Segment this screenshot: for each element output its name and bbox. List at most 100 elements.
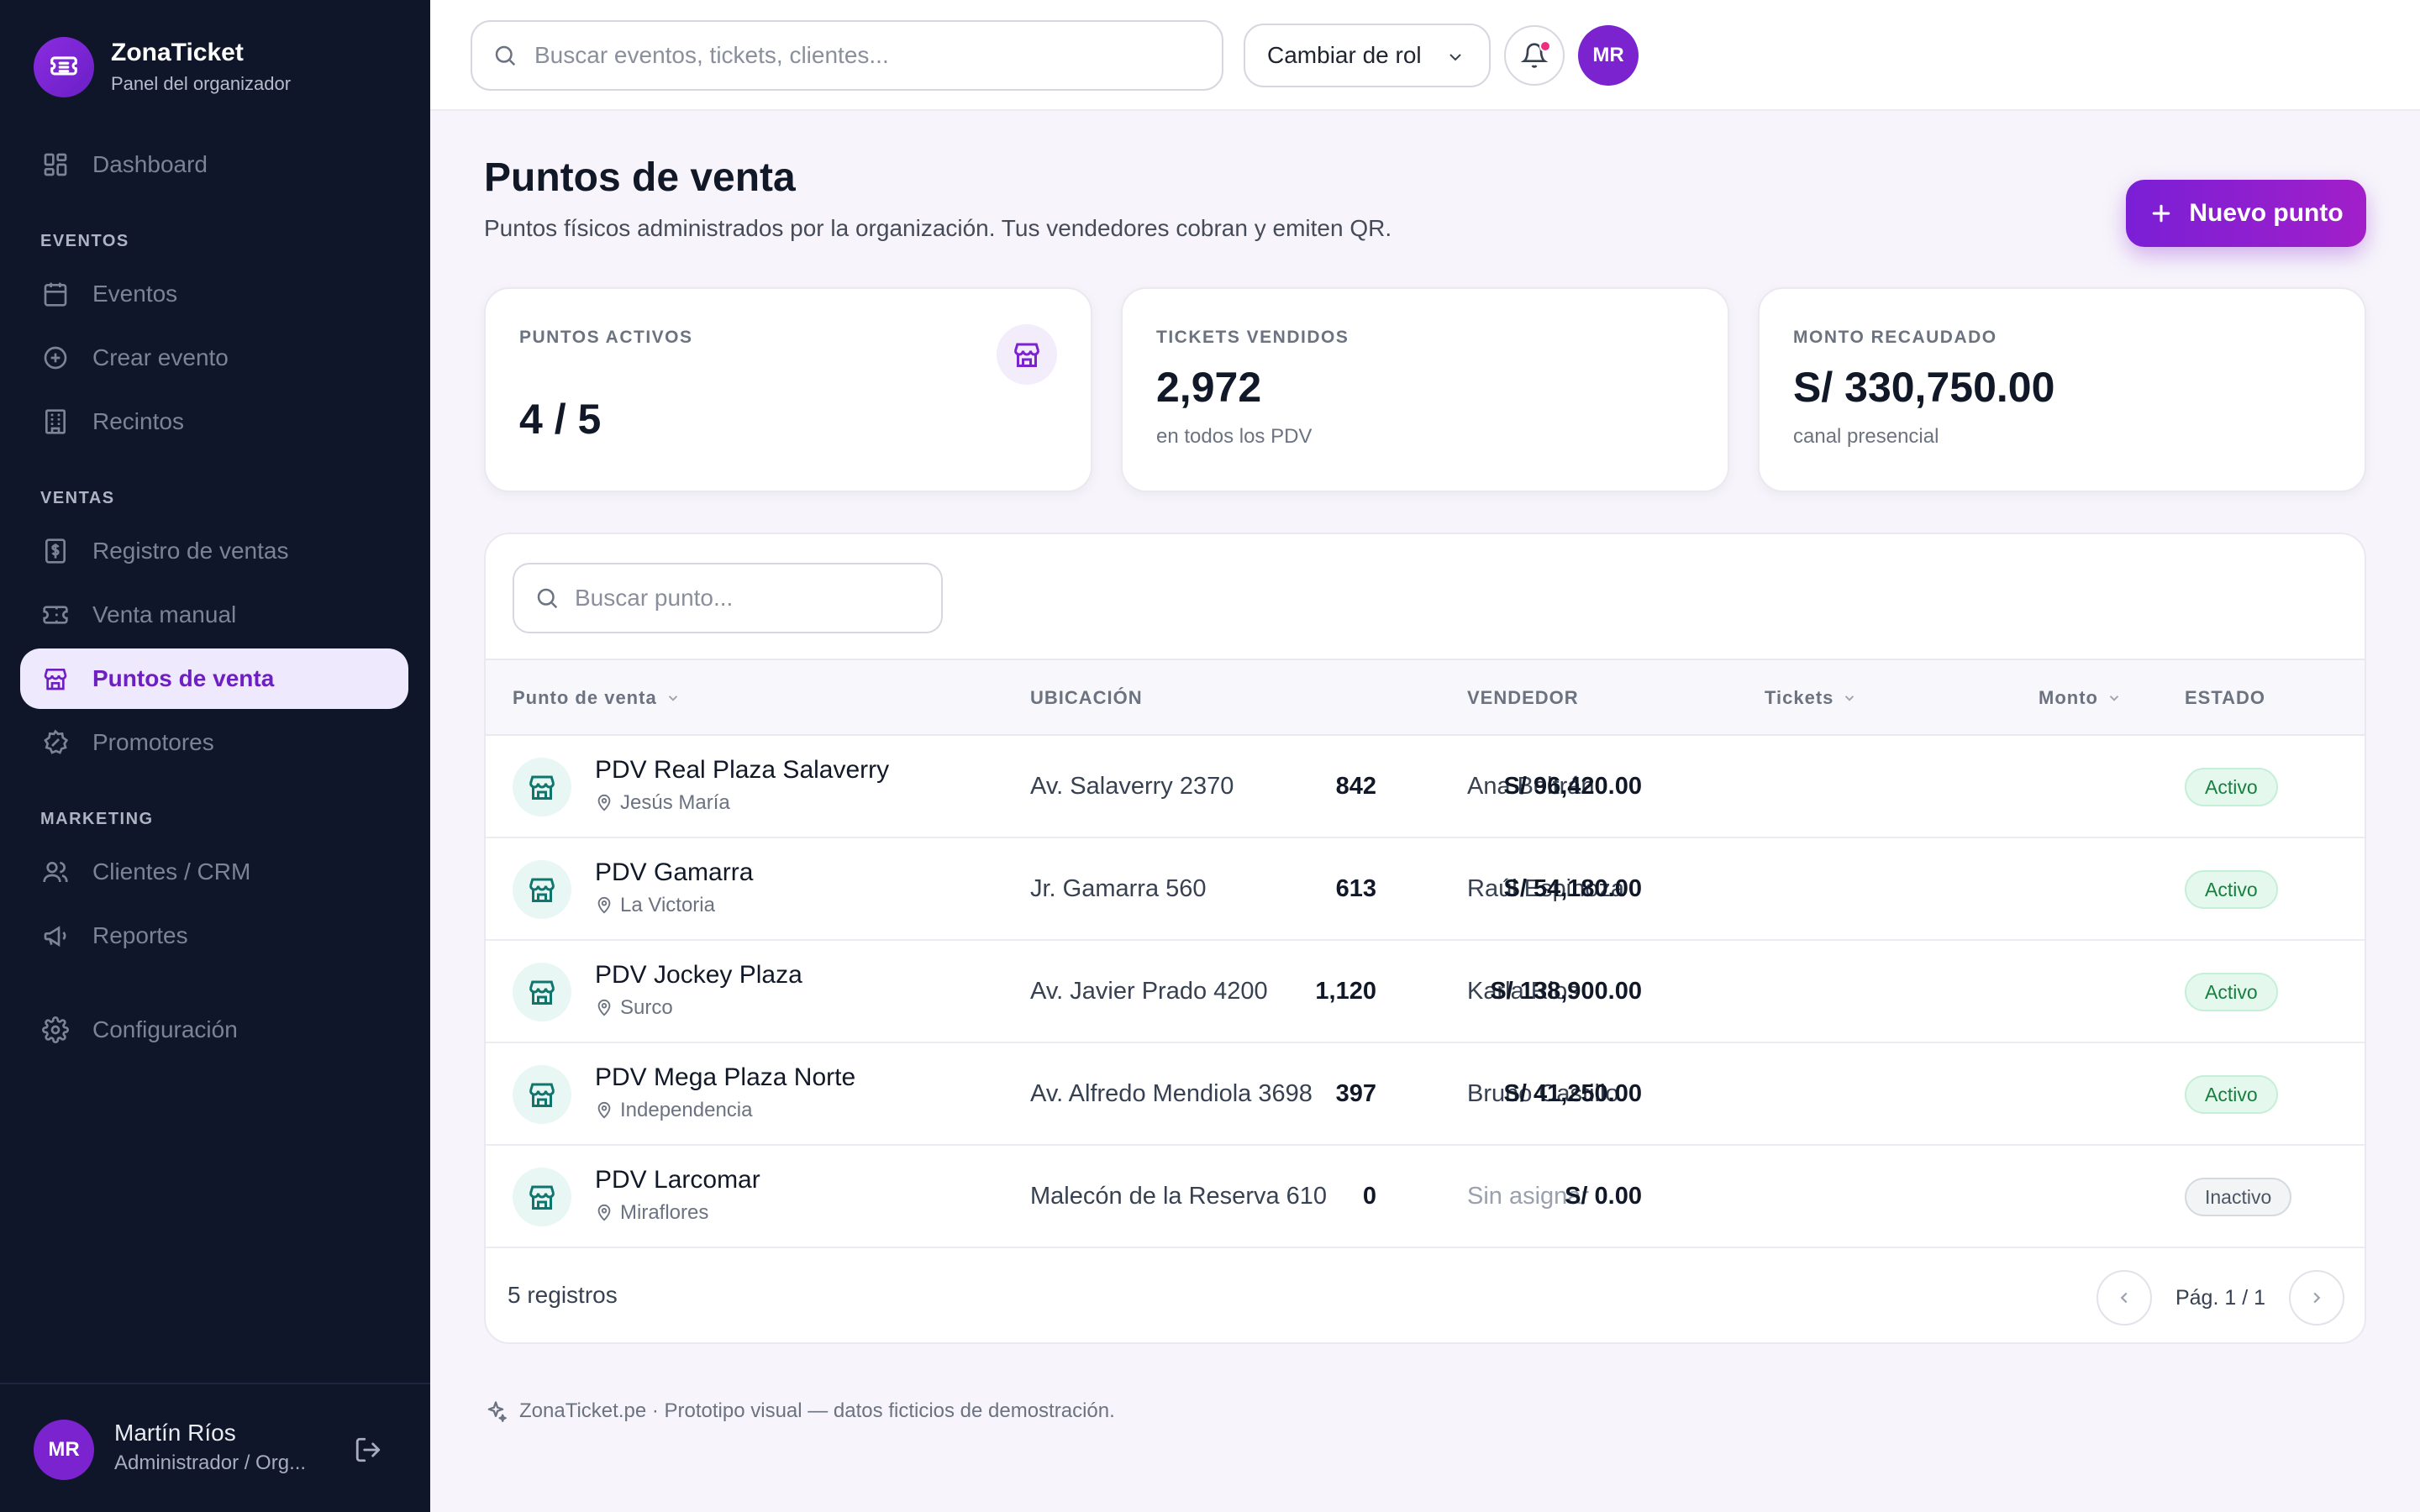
stat-value: 4 / 5 xyxy=(519,396,602,443)
point-name[interactable]: PDV Real Plaza Salaverry xyxy=(595,756,889,785)
nav-configuracion[interactable]: Configuración xyxy=(20,1000,408,1060)
table-header: Punto de venta UBICACIÓN VENDEDOR Ticket… xyxy=(486,659,2365,736)
table-row[interactable]: PDV Larcomar Miraflores Malecón de la Re… xyxy=(486,1146,2365,1248)
point-amount: S/ 54,180.00 xyxy=(1503,875,1642,902)
store-icon xyxy=(997,324,1057,385)
record-count: 5 registros xyxy=(508,1282,618,1308)
stat-sub: en todos los PDV xyxy=(1156,425,1313,448)
change-role-button[interactable]: Cambiar de rol xyxy=(1244,24,1491,87)
stat-label: MONTO RECAUDADO xyxy=(1793,328,1997,347)
ticket-icon xyxy=(40,600,71,630)
nav-promotores[interactable]: Promotores xyxy=(20,712,408,773)
point-search[interactable] xyxy=(513,563,943,633)
gear-icon xyxy=(40,1015,71,1045)
nav-registro-ventas-label: Registro de ventas xyxy=(92,538,289,564)
district-label: Independencia xyxy=(620,1099,753,1121)
district-label: Jesús María xyxy=(620,791,730,814)
point-amount: S/ 41,250.00 xyxy=(1503,1080,1642,1107)
topbar: Cambiar de rol MR xyxy=(430,0,2420,111)
column-punto-label: Punto de venta xyxy=(513,687,657,708)
notifications-button[interactable] xyxy=(1504,25,1565,86)
map-pin-icon xyxy=(597,999,611,1016)
nav-section-marketing: MARKETING xyxy=(40,810,154,828)
table-row[interactable]: PDV Mega Plaza Norte Independencia Av. A… xyxy=(486,1043,2365,1146)
nav-eventos-label: Eventos xyxy=(92,281,178,307)
column-estado: ESTADO xyxy=(2185,687,2265,709)
global-search[interactable] xyxy=(471,20,1223,91)
next-page-button[interactable] xyxy=(2289,1270,2344,1326)
nav-recintos[interactable]: Recintos xyxy=(20,391,408,452)
table-row[interactable]: PDV Real Plaza Salaverry Jesús María Av.… xyxy=(486,736,2365,838)
nav-section-ventas: VENTAS xyxy=(40,489,115,507)
prev-page-button[interactable] xyxy=(2096,1270,2152,1326)
point-name[interactable]: PDV Mega Plaza Norte xyxy=(595,1063,855,1092)
new-point-button[interactable]: Nuevo punto xyxy=(2126,180,2366,247)
status-badge: Activo xyxy=(2185,973,2278,1011)
point-name[interactable]: PDV Gamarra xyxy=(595,858,753,887)
global-search-input[interactable] xyxy=(534,42,1190,69)
top-user-avatar[interactable]: MR xyxy=(1578,25,1639,86)
nav-recintos-label: Recintos xyxy=(92,408,184,434)
ticket-logo-icon xyxy=(34,37,94,97)
point-location: Malecón de la Reserva 610 xyxy=(1030,1183,1328,1210)
points-table-panel: Punto de venta UBICACIÓN VENDEDOR Ticket… xyxy=(484,533,2366,1344)
map-pin-icon xyxy=(597,1101,611,1119)
nav-clientes[interactable]: Clientes / CRM xyxy=(20,842,408,902)
nav-eventos[interactable]: Eventos xyxy=(20,264,408,324)
user-role: Administrador / Org... xyxy=(114,1452,307,1474)
stat-card-amount-collected: MONTO RECAUDADO S/ 330,750.00 canal pres… xyxy=(1758,287,2366,492)
point-district: Surco xyxy=(595,996,673,1020)
brand-name: ZonaTicket xyxy=(111,39,244,66)
sparkles-icon xyxy=(487,1401,507,1422)
column-ubicacion-label: UBICACIÓN xyxy=(1030,687,1143,708)
nav-clientes-label: Clientes / CRM xyxy=(92,858,251,885)
page-title: Puntos de venta xyxy=(484,155,796,200)
column-ubicacion: UBICACIÓN xyxy=(1030,687,1143,709)
stat-sub: canal presencial xyxy=(1793,425,1939,448)
logout-icon[interactable] xyxy=(351,1433,385,1467)
nav-reportes[interactable]: Reportes xyxy=(20,906,408,966)
footnote-text: ZonaTicket.pe · Prototipo visual — datos… xyxy=(519,1399,1115,1422)
sort-chevron-icon xyxy=(2107,690,2122,706)
map-pin-icon xyxy=(597,896,611,914)
point-search-input[interactable] xyxy=(575,585,928,612)
column-tickets[interactable]: Tickets xyxy=(1765,687,1857,709)
dollar-receipt-icon xyxy=(40,536,71,566)
point-district: Independencia xyxy=(595,1099,752,1122)
nav-dashboard-label: Dashboard xyxy=(92,151,208,177)
point-name[interactable]: PDV Jockey Plaza xyxy=(595,961,802,990)
point-tickets: 397 xyxy=(1335,1080,1376,1107)
table-row[interactable]: PDV Jockey Plaza Surco Av. Javier Prado … xyxy=(486,941,2365,1043)
user-avatar[interactable]: MR xyxy=(34,1420,94,1480)
nav-puntos-venta[interactable]: Puntos de venta xyxy=(20,648,408,709)
chevron-right-icon xyxy=(2313,1292,2321,1304)
point-tickets: 842 xyxy=(1335,773,1376,800)
store-icon xyxy=(513,1065,571,1124)
page-indicator: Pág. 1 / 1 xyxy=(2175,1285,2265,1310)
user-name: Martín Ríos xyxy=(114,1420,236,1446)
point-district: Jesús María xyxy=(595,791,730,815)
point-name[interactable]: PDV Larcomar xyxy=(595,1166,760,1194)
table-row[interactable]: PDV Gamarra La Victoria Jr. Gamarra 560 … xyxy=(486,838,2365,941)
map-pin-icon xyxy=(597,794,611,811)
column-punto[interactable]: Punto de venta xyxy=(513,687,681,709)
column-monto[interactable]: Monto xyxy=(2039,687,2122,709)
nav-crear-evento[interactable]: Crear evento xyxy=(20,328,408,388)
sort-chevron-icon xyxy=(666,690,681,706)
nav-venta-manual[interactable]: Venta manual xyxy=(20,585,408,645)
users-icon xyxy=(40,857,71,887)
nav-section-eventos: EVENTOS xyxy=(40,232,129,250)
brand-subtitle: Panel del organizador xyxy=(111,73,292,94)
chevron-down-icon xyxy=(1445,47,1465,67)
column-vendedor: VENDEDOR xyxy=(1467,687,1579,709)
sidebar-user-panel: MR Martín Ríos Administrador / Org... xyxy=(0,1383,430,1512)
brand[interactable]: ZonaTicket Panel del organizador xyxy=(34,37,291,97)
column-tickets-label: Tickets xyxy=(1765,687,1834,708)
nav-dashboard[interactable]: Dashboard xyxy=(20,134,408,195)
column-monto-label: Monto xyxy=(2039,687,2098,708)
stat-card-tickets-sold: TICKETS VENDIDOS 2,972 en todos los PDV xyxy=(1121,287,1729,492)
column-vendedor-label: VENDEDOR xyxy=(1467,687,1579,708)
new-point-label: Nuevo punto xyxy=(2189,199,2344,227)
nav-registro-ventas[interactable]: Registro de ventas xyxy=(20,521,408,581)
building-icon xyxy=(40,407,71,437)
